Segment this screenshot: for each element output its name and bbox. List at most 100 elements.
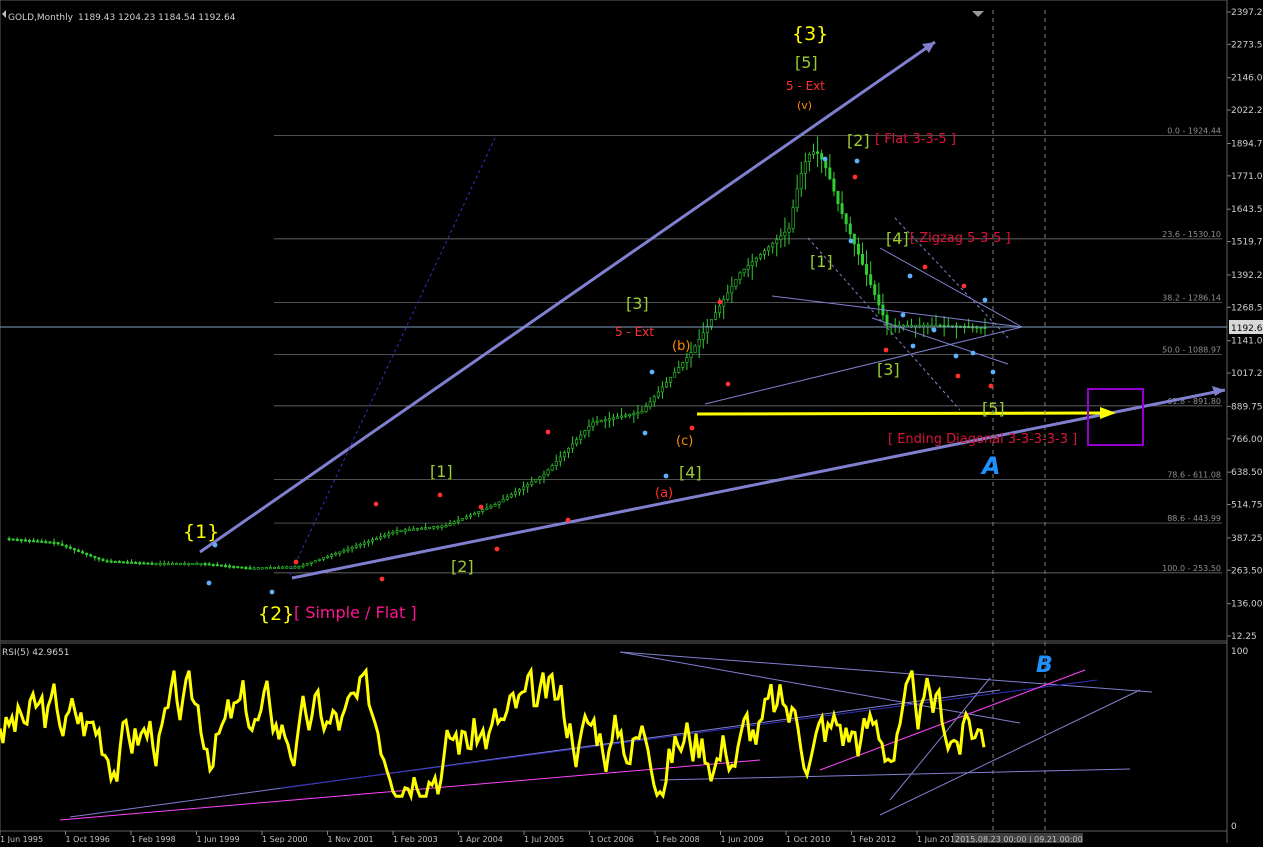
wave-label: (c) [676,434,693,449]
candle-body [72,548,76,551]
candle-body [419,527,423,530]
candle-body [799,172,803,190]
candle-body [11,538,15,541]
time-axis: 1 Jun 1995 1 Oct 1996 1 Feb 1998 1 Jun 1999… [0,831,960,844]
candle-body [783,231,787,237]
candle-body [162,563,166,566]
candle-body [375,537,379,541]
minor-wave-marker [822,156,828,162]
price-axis-tick: 2273.50 [1231,40,1263,50]
candle-body [27,539,31,542]
gold-monthly-chart[interactable]: 0.0 - 1924.44 23.6 - 1530.10 38.2 - 1286.1… [0,0,1263,844]
minor-wave-marker [970,350,976,356]
minor-wave-marker [379,576,385,582]
wave-label: {2} [258,603,294,625]
candle-body [685,357,689,363]
minor-wave-marker [206,580,212,586]
candle-body [366,541,370,544]
candle-body [615,416,619,419]
candle-body [436,525,440,529]
candle-body [542,474,546,478]
candle-body [207,563,211,566]
candle-body [566,447,570,453]
minor-wave-marker [990,369,996,375]
candle-body [877,294,881,306]
candle-body [754,257,758,263]
candle-body [611,417,615,420]
minor-wave-marker [689,425,695,431]
minor-wave-marker [848,238,854,244]
candle-body [285,566,289,569]
wave-label: [5] [982,399,1005,418]
candle-body [742,268,746,274]
candle-body [607,418,611,421]
candle-body [415,528,419,531]
candle-body [677,367,681,373]
candle-body [587,426,591,432]
candle-body [424,527,428,530]
candle-body [64,545,68,548]
candle-body [15,538,19,541]
candle-body [460,518,464,521]
candle-body [338,551,342,554]
price-axis-tick: 638.50 [1231,468,1263,478]
candle-body [730,285,734,294]
candle-body [603,419,607,422]
candle-body [224,564,228,568]
candle-body [734,279,738,287]
candle-body [354,545,358,548]
candle-body [121,561,125,564]
candle-body [538,476,542,480]
wave-label: [ Simple / Flat ] [294,603,417,622]
candle-body [493,504,497,507]
price-axis-tick: 1017.25 [1231,369,1263,379]
candle-body [456,519,460,523]
candle-body [101,558,105,562]
wave-label: [3] [626,294,649,313]
candle-body [203,563,207,566]
candle-body [832,178,836,192]
price-axis-tick: 2022.25 [1231,106,1263,116]
candle-body [56,542,60,545]
candle-body [268,567,272,570]
candle-body [219,564,223,567]
candle-body [562,452,566,458]
candle-body [342,550,346,553]
candle-body [746,265,750,270]
candle-body [526,484,530,488]
candle-body [440,525,444,528]
time-axis-tick: 1 Sep 2000 [262,835,308,843]
minor-wave-marker [961,283,967,289]
candle-body [775,239,779,244]
candle-body [370,539,374,542]
candle-body [726,292,730,300]
wave-label: (v) [797,99,812,112]
candle-body [856,243,860,255]
candle-body [820,153,824,160]
time-axis-tick: 1 Feb 2003 [393,835,438,843]
candle-body [624,414,628,417]
candle-body [256,567,260,570]
candle-body [656,391,660,398]
price-axis-tick: 1141.00 [1231,337,1263,347]
candle-body [803,161,807,174]
candle-body [767,246,771,251]
candle-body [558,456,562,462]
candle-body [575,439,579,445]
fib-level-label: 50.0 - 1088.97 [1162,345,1221,354]
price-axis-tick: 2397.25 [1231,8,1263,18]
minor-wave-marker [953,353,959,359]
candle-body [187,563,191,566]
candle-body [399,529,403,532]
time-axis-tick: 1 Jun 1999 [197,835,240,843]
price-axis-tick: 766.00 [1231,435,1263,445]
candle-body [807,154,811,162]
candle-body [379,536,383,539]
candle-body [113,560,117,563]
candle-body [411,528,415,531]
chart-window[interactable]: 0.0 - 1924.44 23.6 - 1530.10 38.2 - 1286.1… [0,0,1263,844]
candle-body [77,549,81,552]
candle-body [154,563,158,566]
fib-level-label: 78.6 - 611.08 [1167,470,1221,479]
candle-body [195,563,199,566]
